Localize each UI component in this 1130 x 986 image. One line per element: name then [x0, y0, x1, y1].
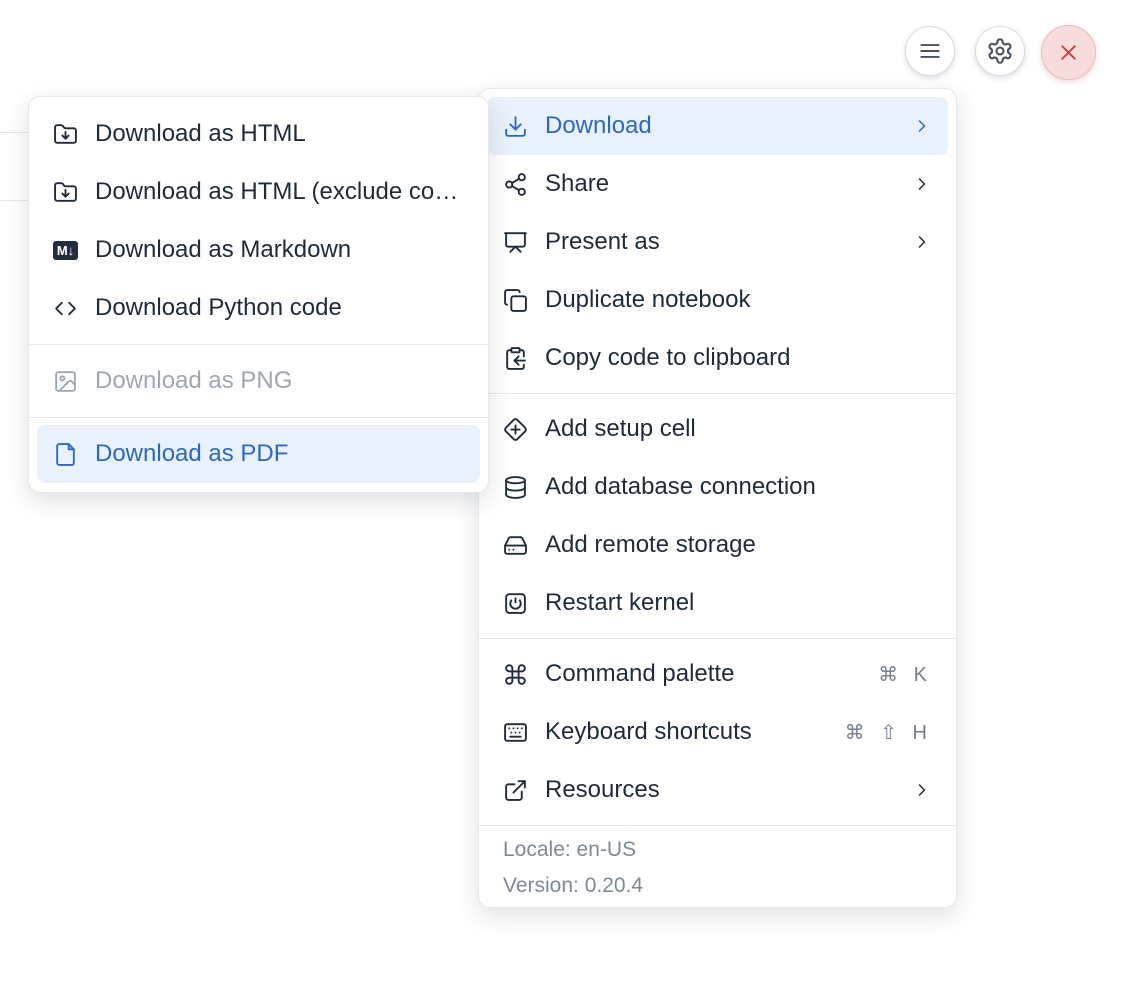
menu-item-label: Download as HTML (exclude code) — [95, 178, 464, 205]
notebook-menu-dropdown: Download Share Present as Duplicate noteboo… — [478, 88, 957, 908]
menu-item-download-as-html[interactable]: Download as HTML — [37, 105, 480, 163]
hamburger-icon — [917, 38, 943, 64]
menu-item-label: Download Python code — [95, 294, 342, 321]
gear-icon — [986, 37, 1014, 65]
image-icon — [53, 369, 78, 394]
locale-text: Locale: en-US — [503, 838, 637, 861]
menu-item-copy-code-to-clipboard[interactable]: Copy code to clipboard — [487, 329, 948, 387]
menu-item-label: Share — [545, 170, 610, 197]
presentation-icon — [503, 230, 528, 255]
menu-footer: Locale: en-US Version: 0.20.4 — [479, 825, 956, 904]
menu-item-download-as-png: Download as PNG — [37, 352, 480, 410]
folder-down-icon — [53, 180, 78, 205]
menu-item-label: Add database connection — [545, 473, 816, 500]
menu-item-download-python-code[interactable]: Download Python code — [37, 279, 480, 337]
menu-item-keyboard-shortcuts[interactable]: Keyboard shortcuts ⌘ ⇧ H — [487, 703, 948, 761]
menu-item-duplicate-notebook[interactable]: Duplicate notebook — [487, 271, 948, 329]
chevron-right-icon — [912, 174, 932, 194]
chevron-right-icon — [912, 232, 932, 252]
markdown-icon: M↓ — [53, 238, 78, 263]
menu-item-label: Add setup cell — [545, 415, 696, 442]
menu-item-label: Copy code to clipboard — [545, 344, 791, 371]
clipboard-copy-icon — [503, 346, 528, 371]
menu-item-label: Present as — [545, 228, 660, 255]
download-icon — [503, 114, 528, 139]
menu-item-label: Duplicate notebook — [545, 286, 751, 313]
version-text: Version: 0.20.4 — [503, 874, 644, 897]
menu-item-label: Resources — [545, 776, 660, 803]
menu-item-label: Download as HTML — [95, 120, 306, 147]
external-link-icon — [503, 778, 528, 803]
menu-item-present-as[interactable]: Present as — [487, 213, 948, 271]
chevron-right-icon — [912, 116, 932, 136]
menu-item-label: Keyboard shortcuts — [545, 718, 752, 745]
menu-item-add-remote-storage[interactable]: Add remote storage — [487, 516, 948, 574]
shortcut-hint: ⌘ ⇧ H — [844, 721, 932, 744]
page-edge-line — [0, 200, 29, 201]
menu-divider — [479, 638, 956, 639]
share-icon — [503, 172, 528, 197]
diamond-plus-icon — [503, 417, 528, 442]
menu-item-resources[interactable]: Resources — [487, 761, 948, 819]
menu-item-add-database-connection[interactable]: Add database connection — [487, 458, 948, 516]
menu-item-label: Download — [545, 112, 652, 139]
menu-item-download[interactable]: Download — [487, 97, 948, 155]
database-icon — [503, 475, 528, 500]
menu-item-label: Download as PDF — [95, 440, 289, 467]
menu-divider — [29, 344, 488, 345]
file-icon — [53, 442, 78, 467]
download-submenu: Download as HTML Download as HTML (exclud… — [28, 96, 489, 493]
menu-item-label: Restart kernel — [545, 589, 695, 616]
chevron-right-icon — [912, 780, 932, 800]
shortcut-hint: ⌘ K — [878, 663, 932, 686]
close-button[interactable] — [1041, 25, 1096, 80]
menu-item-command-palette[interactable]: Command palette ⌘ K — [487, 645, 948, 703]
menu-item-download-as-pdf[interactable]: Download as PDF — [37, 425, 480, 483]
page-edge-line — [0, 132, 29, 133]
settings-button[interactable] — [975, 26, 1025, 76]
menu-item-download-as-html-exclude-code[interactable]: Download as HTML (exclude code) — [37, 163, 480, 221]
menu-item-label: Command palette — [545, 660, 735, 687]
menu-divider — [479, 393, 956, 394]
menu-divider — [29, 417, 488, 418]
folder-down-icon — [53, 122, 78, 147]
command-icon — [503, 662, 528, 687]
duplicate-icon — [503, 288, 528, 313]
keyboard-icon — [503, 720, 528, 745]
menu-item-label: Add remote storage — [545, 531, 756, 558]
code-icon — [53, 296, 78, 321]
close-icon — [1056, 40, 1081, 65]
hard-drive-icon — [503, 533, 528, 558]
menu-item-add-setup-cell[interactable]: Add setup cell — [487, 400, 948, 458]
menu-item-share[interactable]: Share — [487, 155, 948, 213]
menu-item-label: Download as PNG — [95, 367, 293, 394]
power-icon — [503, 591, 528, 616]
menu-item-download-as-markdown[interactable]: M↓ Download as Markdown — [37, 221, 480, 279]
menu-button[interactable] — [905, 26, 955, 76]
menu-item-label: Download as Markdown — [95, 236, 352, 263]
menu-item-restart-kernel[interactable]: Restart kernel — [487, 574, 948, 632]
